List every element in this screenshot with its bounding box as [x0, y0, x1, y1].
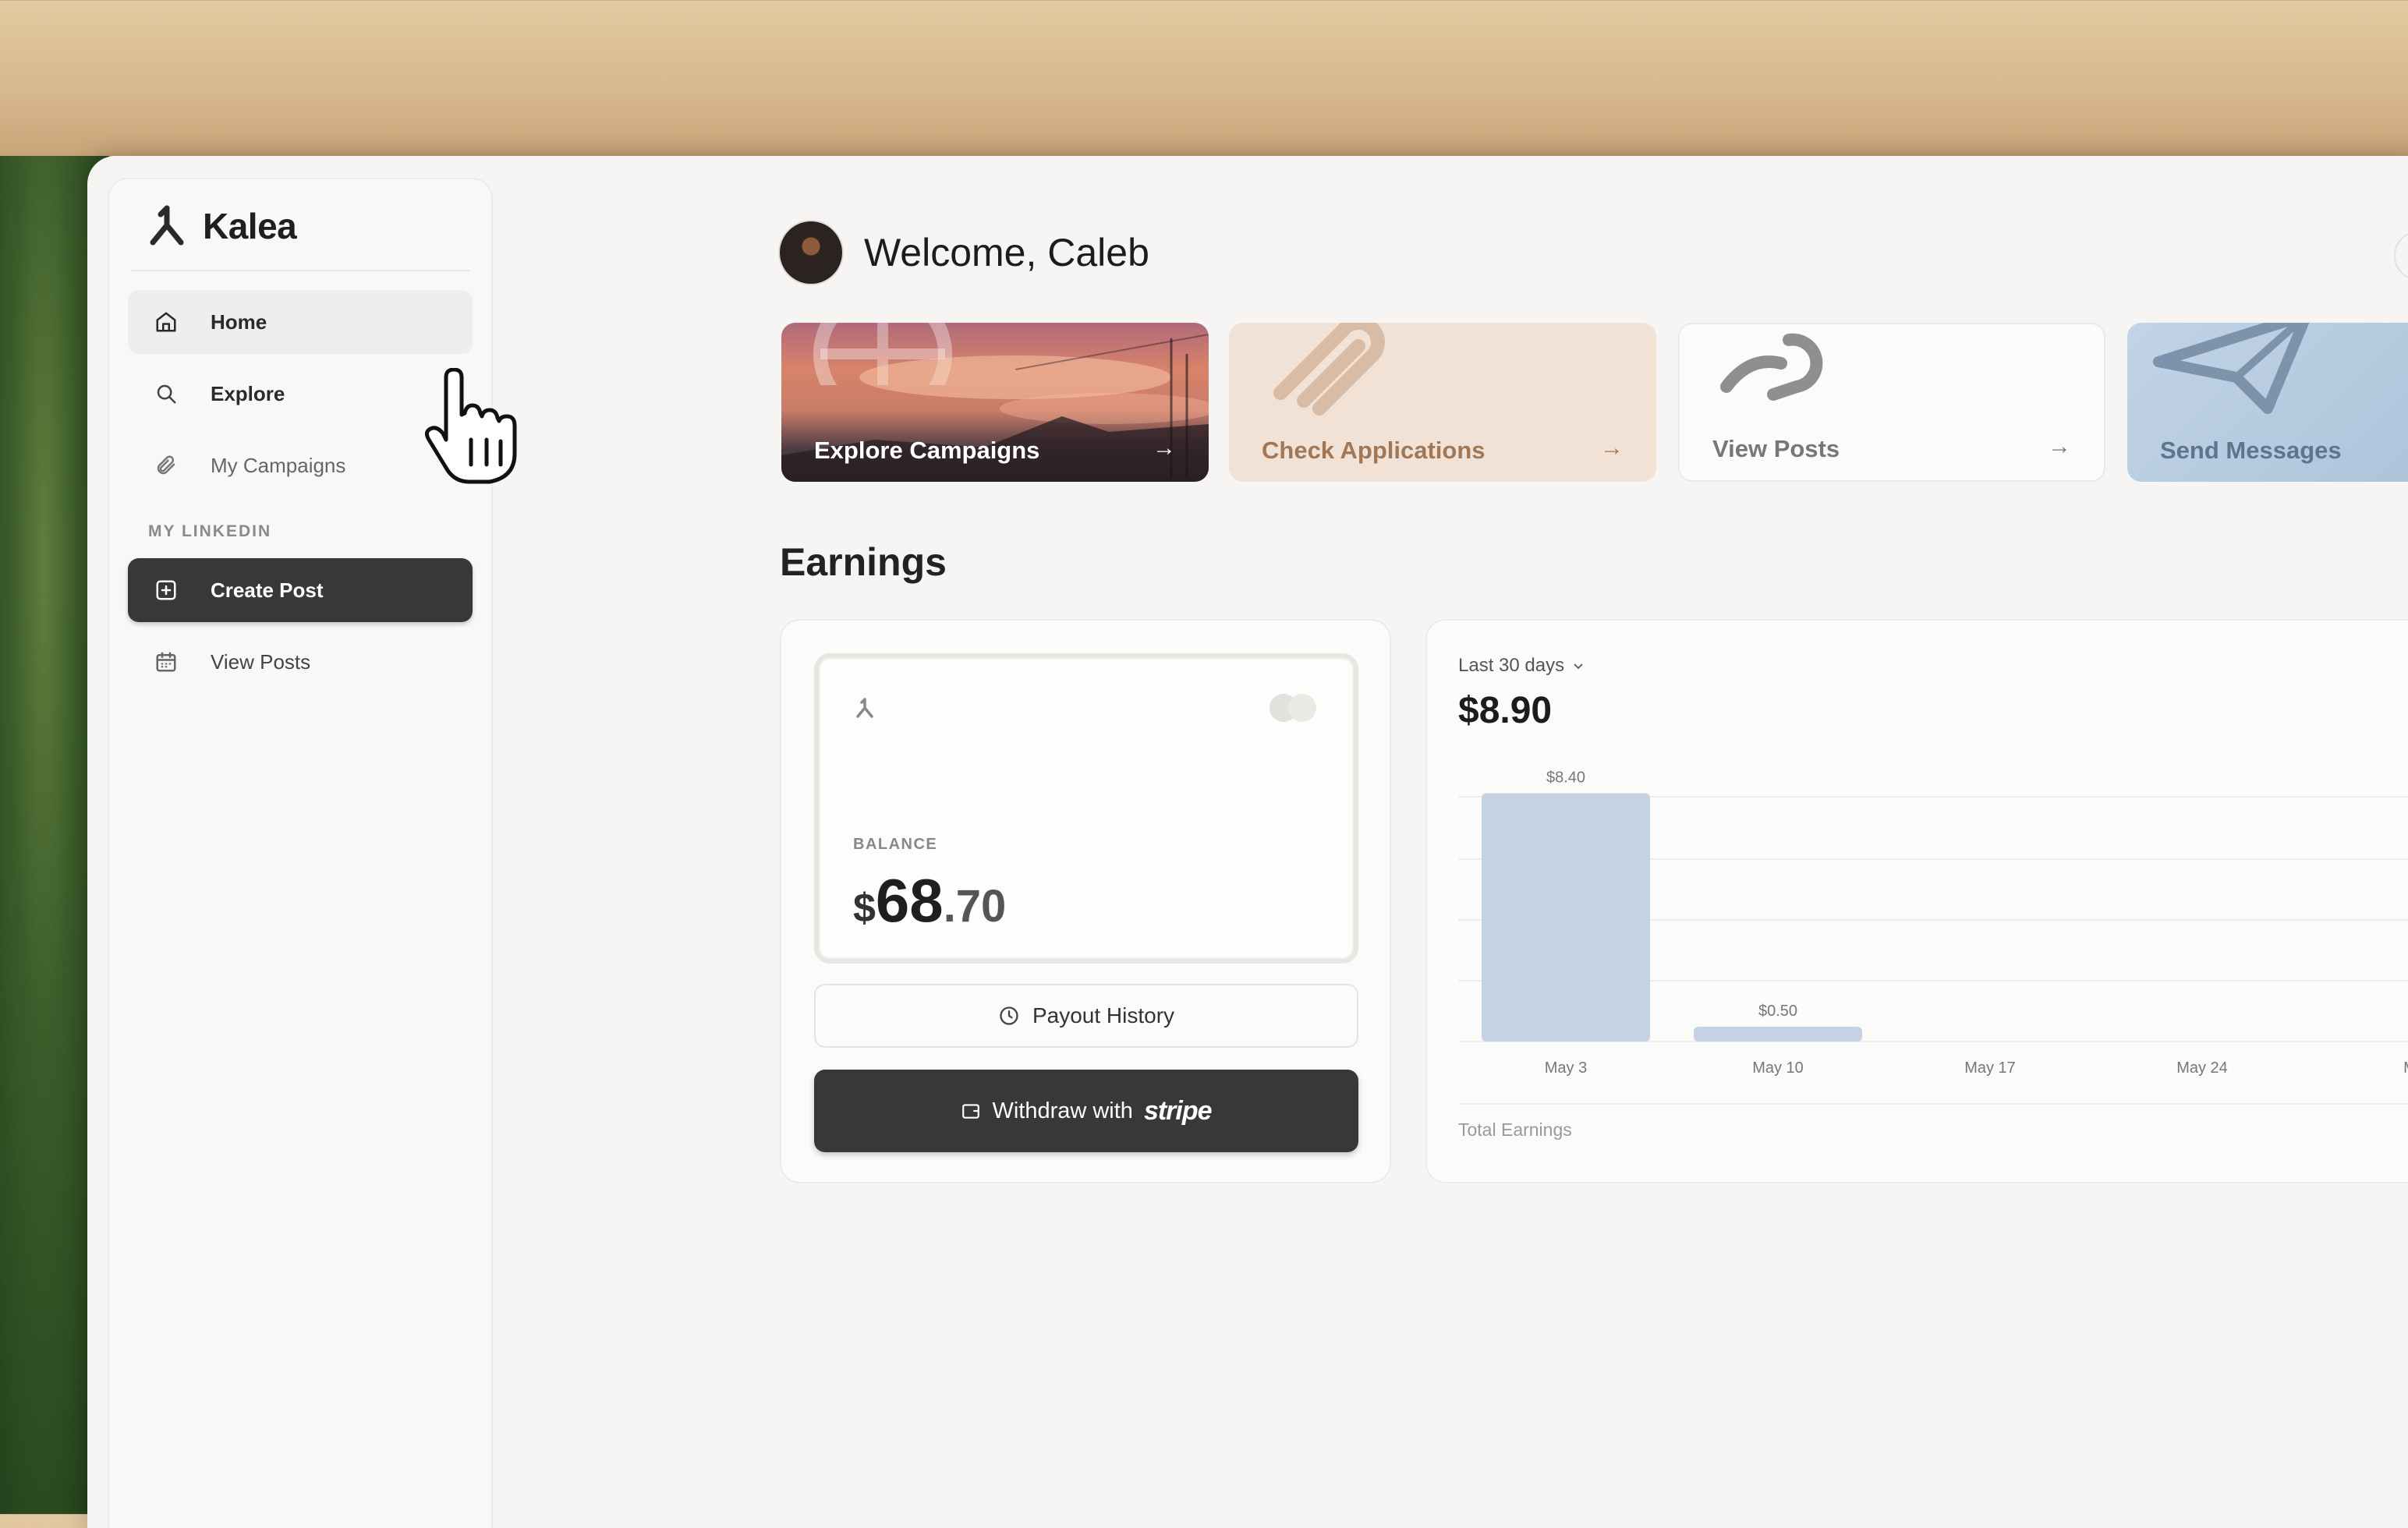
plus-square-icon — [153, 577, 179, 603]
welcome-header: Welcome, Caleb — [778, 220, 1149, 285]
send-messages-card[interactable]: Send Messages — [2127, 323, 2408, 482]
x-tick-label: May 24 — [2176, 1059, 2228, 1077]
home-icon — [153, 309, 179, 335]
stripe-logo: stripe — [1143, 1095, 1213, 1126]
check-applications-card[interactable]: Check Applications → — [1229, 323, 1656, 482]
sidebar-item-label: Explore — [211, 381, 285, 405]
top-right-button[interactable] — [2394, 231, 2408, 281]
brand: Kalea — [148, 203, 297, 249]
x-tick-label: May 10 — [1752, 1059, 1804, 1077]
view-posts-card[interactable]: View Posts → — [1678, 323, 2105, 482]
card-label: Check Applications — [1262, 437, 1486, 464]
sidebar-divider — [131, 270, 469, 271]
send-icon — [2153, 323, 2310, 414]
x-tick-label: May 17 — [1964, 1059, 2016, 1077]
sidebar-item-label: Create Post — [211, 578, 324, 602]
kalea-logo-icon — [856, 698, 873, 718]
data-label: $8.40 — [1546, 769, 1585, 786]
earnings-chart-panel: Last 30 days $8.90 $8.40 May 3 $0.50 May 10… — [1425, 619, 2408, 1183]
total-earnings-label: Total Earnings — [1458, 1119, 1572, 1140]
sidebar-item-view-posts[interactable]: View Posts — [128, 630, 473, 694]
sidebar-item-home[interactable]: Home — [128, 290, 473, 354]
balance-card: BALANCE $ 68 .70 — [814, 653, 1358, 964]
x-tick-label: May 3 — [1545, 1059, 1587, 1077]
welcome-title: Welcome, Caleb — [864, 231, 1149, 274]
avatar[interactable] — [778, 220, 844, 285]
calendar-icon — [153, 649, 179, 675]
balance-panel: BALANCE $ 68 .70 Payout History Withdraw… — [780, 619, 1391, 1183]
arrow-right-icon: → — [2048, 433, 2071, 459]
withdraw-button[interactable]: Withdraw with stripe — [814, 1070, 1358, 1152]
balance-cents: .70 — [943, 881, 1007, 932]
balance-whole: 68 — [875, 866, 944, 935]
app-window: Kalea Home Explore My Campaigns MY LINKE… — [87, 156, 2408, 1528]
search-icon — [153, 380, 179, 407]
card-chip-icon — [1270, 694, 1316, 722]
arrow-right-icon: → — [1600, 435, 1624, 461]
withdraw-label: Withdraw with — [992, 1098, 1133, 1123]
arrow-right-icon: → — [1153, 435, 1176, 461]
payout-history-label: Payout History — [1032, 1003, 1175, 1028]
sidebar-item-create-post[interactable]: Create Post — [128, 558, 473, 622]
card-label: View Posts — [1712, 435, 1840, 462]
sidebar-item-label: View Posts — [211, 649, 311, 674]
balance-currency: $ — [853, 886, 876, 931]
app-name: Kalea — [203, 206, 297, 246]
card-label: Explore Campaigns — [814, 437, 1040, 464]
hand-cursor-icon — [424, 368, 517, 484]
sidebar-item-label: My Campaigns — [211, 453, 346, 477]
balance-amount: $ 68 .70 — [853, 865, 1006, 936]
wallet-icon — [962, 1104, 980, 1119]
chart-bar[interactable] — [1694, 1027, 1862, 1042]
sidebar-item-explore[interactable]: Explore — [128, 362, 473, 426]
clock-icon — [1000, 1006, 1018, 1025]
earnings-chart: $8.40 May 3 $0.50 May 10 May 17 May 24 Ma — [1458, 769, 2408, 1105]
paperclip-icon — [153, 452, 179, 479]
kalea-logo-icon — [150, 205, 184, 246]
earnings-title: Earnings — [780, 540, 947, 584]
payout-history-button[interactable]: Payout History — [814, 984, 1358, 1048]
sidebar-item-label: Home — [211, 309, 267, 334]
balance-label: BALANCE — [853, 836, 938, 853]
link-icon — [1720, 333, 1823, 401]
sidebar-item-my-campaigns[interactable]: My Campaigns — [128, 433, 473, 497]
chart-bar[interactable] — [1482, 793, 1650, 1042]
card-label: Send Messages — [2160, 437, 2342, 464]
x-tick-label: Ma — [2403, 1059, 2408, 1077]
paperclip-icon — [1273, 323, 1385, 416]
explore-campaigns-card[interactable]: Explore Campaigns → — [781, 323, 1209, 482]
data-label: $0.50 — [1758, 1003, 1797, 1020]
section-label-my-linkedin: MY LINKEDIN — [148, 522, 272, 540]
